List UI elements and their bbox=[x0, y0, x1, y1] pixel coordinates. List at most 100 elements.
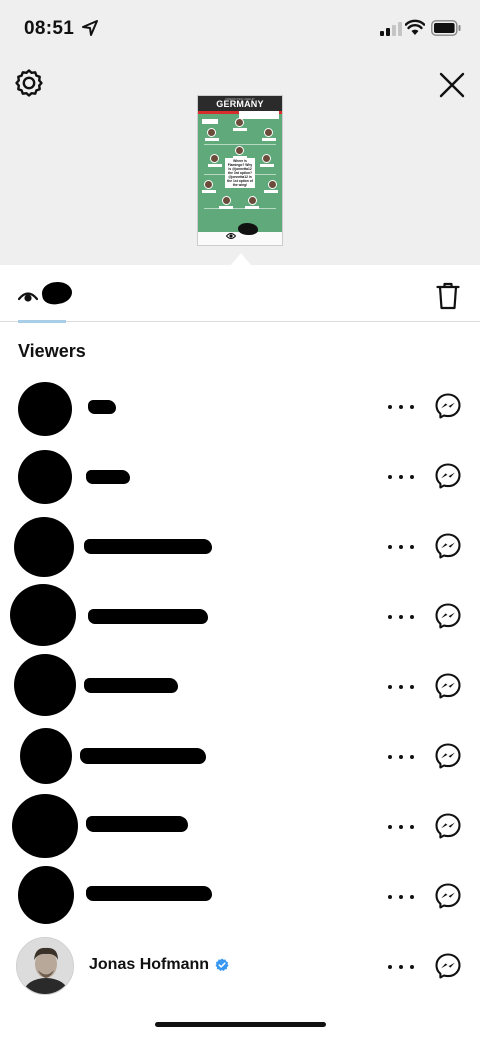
more-dot bbox=[410, 895, 414, 899]
thumbnail-footer bbox=[198, 232, 282, 245]
location-arrow-icon bbox=[82, 20, 98, 36]
more-dot bbox=[399, 965, 403, 969]
player-name-tag bbox=[202, 190, 216, 193]
avatar[interactable] bbox=[18, 450, 72, 504]
more-options-button[interactable] bbox=[388, 402, 414, 412]
avatar[interactable] bbox=[14, 654, 76, 716]
viewer-name bbox=[84, 678, 178, 693]
player-photo bbox=[210, 154, 219, 163]
avatar[interactable] bbox=[20, 728, 72, 784]
player-name-tag bbox=[264, 190, 278, 193]
more-options-button[interactable] bbox=[388, 752, 414, 762]
verified-badge-icon bbox=[215, 958, 229, 971]
more-options-button[interactable] bbox=[388, 542, 414, 552]
more-dot bbox=[388, 755, 392, 759]
player-name-tag bbox=[260, 164, 274, 167]
eye-icon bbox=[18, 292, 38, 302]
profile-photo bbox=[17, 938, 73, 994]
viewer-name bbox=[86, 886, 212, 901]
battery-icon bbox=[431, 20, 461, 36]
player-photo bbox=[268, 180, 277, 189]
more-dot bbox=[388, 965, 392, 969]
active-tab-indicator bbox=[18, 320, 66, 323]
viewer-row[interactable] bbox=[0, 862, 480, 932]
more-dot bbox=[410, 615, 414, 619]
thumbnail-formation-box bbox=[202, 119, 218, 124]
more-dot bbox=[399, 685, 403, 689]
status-bar: 08:51 bbox=[0, 0, 480, 58]
tab-viewers[interactable] bbox=[18, 280, 74, 322]
messenger-icon[interactable] bbox=[434, 812, 462, 840]
player-name-tag bbox=[262, 138, 276, 141]
viewer-name bbox=[80, 748, 206, 764]
viewer-name bbox=[88, 609, 208, 624]
field-line bbox=[204, 208, 276, 209]
more-options-button[interactable] bbox=[388, 962, 414, 972]
player-photo bbox=[248, 196, 257, 205]
more-dot bbox=[399, 475, 403, 479]
more-dot bbox=[399, 545, 403, 549]
viewer-name bbox=[84, 539, 212, 554]
more-options-button[interactable] bbox=[388, 892, 414, 902]
player-photo bbox=[262, 154, 271, 163]
viewer-name bbox=[86, 470, 130, 484]
thumbnail-title: GERMANY bbox=[216, 99, 264, 109]
more-options-button[interactable] bbox=[388, 472, 414, 482]
avatar[interactable] bbox=[12, 794, 78, 858]
viewer-name: Jonas Hofmann bbox=[89, 956, 210, 973]
player-name-tag bbox=[208, 164, 222, 167]
more-dot bbox=[410, 755, 414, 759]
avatar[interactable] bbox=[10, 584, 76, 646]
more-dot bbox=[399, 615, 403, 619]
viewer-row[interactable] bbox=[0, 442, 480, 512]
close-icon[interactable] bbox=[437, 70, 467, 100]
player-photo bbox=[264, 128, 273, 137]
tabs-row bbox=[0, 265, 480, 322]
avatar[interactable] bbox=[14, 517, 74, 577]
viewer-row[interactable] bbox=[0, 722, 480, 792]
more-dot bbox=[399, 755, 403, 759]
home-indicator[interactable] bbox=[155, 1022, 326, 1027]
player-name-tag bbox=[219, 206, 233, 209]
messenger-icon[interactable] bbox=[434, 742, 462, 770]
more-dot bbox=[399, 825, 403, 829]
viewer-row[interactable] bbox=[0, 582, 480, 652]
player-name-tag bbox=[233, 128, 247, 131]
avatar[interactable] bbox=[18, 382, 72, 436]
more-dot bbox=[410, 825, 414, 829]
messenger-icon[interactable] bbox=[434, 532, 462, 560]
viewer-row-jonas-hofmann[interactable]: Jonas Hofmann bbox=[0, 932, 480, 1002]
more-dot bbox=[399, 895, 403, 899]
gear-icon[interactable] bbox=[14, 68, 44, 98]
more-options-button[interactable] bbox=[388, 682, 414, 692]
viewer-row[interactable] bbox=[0, 652, 480, 722]
messenger-icon[interactable] bbox=[434, 952, 462, 980]
messenger-icon[interactable] bbox=[434, 882, 462, 910]
player-photo bbox=[207, 128, 216, 137]
viewer-row[interactable] bbox=[0, 372, 480, 442]
messenger-icon[interactable] bbox=[434, 462, 462, 490]
avatar[interactable] bbox=[18, 866, 74, 924]
messenger-icon[interactable] bbox=[434, 392, 462, 420]
trash-icon[interactable] bbox=[436, 282, 460, 310]
more-options-button[interactable] bbox=[388, 612, 414, 622]
player-name-tag bbox=[205, 138, 219, 141]
messenger-icon[interactable] bbox=[434, 602, 462, 630]
player-photo bbox=[235, 118, 244, 127]
viewer-row[interactable] bbox=[0, 792, 480, 862]
more-dot bbox=[410, 685, 414, 689]
avatar[interactable] bbox=[16, 937, 74, 995]
more-dot bbox=[410, 545, 414, 549]
redacted-mark bbox=[238, 223, 258, 235]
more-dot bbox=[388, 685, 392, 689]
viewer-row[interactable] bbox=[0, 512, 480, 582]
more-dot bbox=[388, 895, 392, 899]
messenger-icon[interactable] bbox=[434, 672, 462, 700]
cellular-signal-icon bbox=[380, 22, 402, 36]
more-dot bbox=[410, 405, 414, 409]
story-thumbnail[interactable]: PREDICTED LINEUP GERMANY Where is Flamin… bbox=[198, 96, 282, 245]
player-name-tag bbox=[245, 206, 259, 209]
eye-icon bbox=[226, 233, 236, 239]
section-title: Viewers bbox=[18, 341, 86, 361]
more-options-button[interactable] bbox=[388, 822, 414, 832]
